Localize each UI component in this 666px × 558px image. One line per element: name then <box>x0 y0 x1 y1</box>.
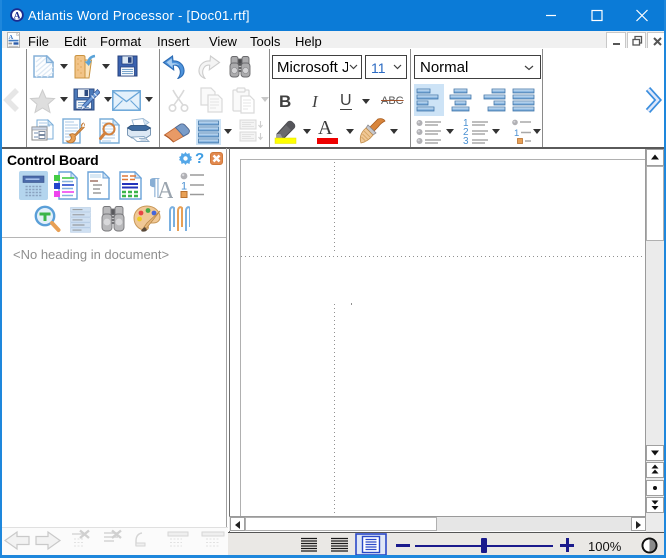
svg-text:A: A <box>9 34 14 41</box>
svg-text:3: 3 <box>463 136 469 145</box>
svg-text:1: 1 <box>181 181 187 193</box>
svg-text:1: 1 <box>514 128 519 139</box>
svg-text:A: A <box>157 178 173 199</box>
svg-text:A: A <box>14 12 21 22</box>
